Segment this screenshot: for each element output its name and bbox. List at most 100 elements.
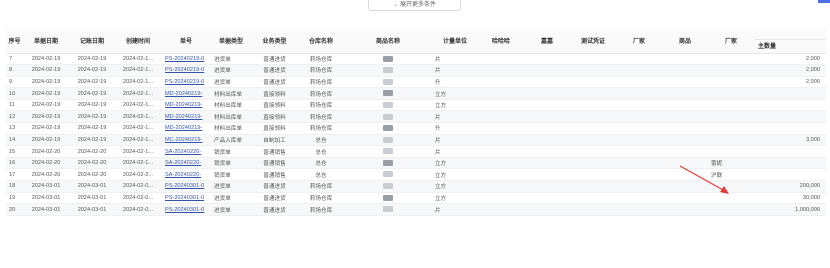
table-row[interactable]: 13 2024-02-19 2024-02-19 2024-02-1... MD-202…	[6, 122, 826, 135]
doc-no-link[interactable]: MD-20240219-	[161, 99, 211, 112]
table-cell	[708, 122, 754, 135]
table-cell: 2024-02-0...	[115, 180, 161, 193]
table-cell: 普通进货	[251, 180, 298, 193]
redacted-block	[383, 148, 393, 155]
table-cell	[570, 64, 616, 77]
table-cell	[754, 110, 826, 124]
doc-no-link[interactable]: SA-20240220-	[161, 168, 211, 182]
table-cell	[662, 53, 708, 66]
table-row[interactable]: 8 2024-02-19 2024-02-19 2024-02-1... PS-2024…	[6, 64, 826, 77]
table-row[interactable]: 16 2024-02-20 2024-02-20 2024-02-1... SA-202…	[6, 157, 826, 170]
table-cell: 蕾妮	[708, 157, 754, 170]
table-row[interactable]: 12 2024-02-19 2024-02-19 2024-02-1... MD-202…	[6, 110, 826, 124]
redacted-block	[383, 125, 393, 132]
doc-no-link[interactable]: SA-20240220-	[161, 157, 211, 170]
table-cell: 2024-02-19	[69, 134, 115, 147]
col-header[interactable]: 厂家	[616, 29, 662, 54]
table-cell: 2024-02-1...	[115, 53, 161, 66]
doc-no-link[interactable]: PS-20240301-0	[161, 192, 211, 205]
table-cell	[524, 192, 570, 205]
table-cell: 莉场仓库	[298, 99, 344, 112]
table-cell: 片	[432, 145, 478, 158]
col-header[interactable]: 仓库名称	[298, 29, 344, 54]
table-cell: 总仓	[298, 145, 344, 158]
table-cell: 立方	[432, 180, 478, 193]
table-cell: 总仓	[298, 168, 344, 182]
table-cell: 莉场仓库	[298, 53, 344, 66]
table-cell	[616, 203, 662, 216]
table-cell	[662, 168, 708, 182]
table-cell: 自制加工	[251, 134, 298, 147]
product-name-cell	[344, 76, 432, 89]
table-cell: 2024-02-19	[69, 99, 115, 112]
table-cell	[662, 192, 708, 205]
col-header[interactable]: 单据日期	[23, 29, 69, 54]
table-cell	[662, 99, 708, 112]
doc-no-link[interactable]: PS-20240301-0	[161, 203, 211, 216]
table-cell: 进货单	[211, 76, 251, 89]
table-row[interactable]: 20 2024-03-01 2024-03-01 2024-02-0... PS-202…	[6, 203, 826, 216]
table-cell: 材料出库单	[211, 110, 251, 124]
col-header-main-qty[interactable]: 主数量	[754, 29, 826, 54]
table-cell: 立方	[432, 99, 478, 112]
col-header[interactable]: 计量单位	[432, 29, 478, 54]
col-header[interactable]: 单据类型	[211, 29, 251, 54]
table-cell: 销货单	[211, 145, 251, 158]
doc-no-link[interactable]: PS-20240301-0	[161, 180, 211, 193]
product-name-cell	[344, 87, 432, 100]
doc-no-link[interactable]: PS-20240219-0	[161, 53, 211, 66]
col-header[interactable]: 厂家	[708, 29, 754, 54]
doc-no-link[interactable]: MD-20240219-	[161, 122, 211, 135]
table-row[interactable]: 11 2024-02-19 2024-02-19 2024-02-1... MD-202…	[6, 99, 826, 112]
table-cell	[708, 145, 754, 158]
table-row[interactable]: 15 2024-02-20 2024-02-20 2024-02-1... SA-202…	[6, 145, 826, 158]
doc-no-link[interactable]: PS-20240219-0	[161, 76, 211, 89]
product-name-cell	[344, 122, 432, 135]
table-cell: 2024-02-20	[69, 168, 115, 182]
table-cell	[662, 122, 708, 135]
doc-no-link[interactable]: MD-20240219-	[161, 87, 211, 100]
table-cell	[708, 87, 754, 100]
col-header[interactable]: 商品	[662, 29, 708, 54]
table-cell	[478, 110, 524, 124]
table-row[interactable]: 9 2024-02-19 2024-02-19 2024-02-1... PS-2024…	[6, 76, 826, 89]
col-header[interactable]: 商品名称	[344, 29, 432, 54]
table-cell: 2024-02-1...	[115, 76, 161, 89]
table-cell: 2024-02-19	[69, 87, 115, 100]
table-cell: 14	[6, 134, 23, 147]
doc-no-link[interactable]: MC-20240219-	[161, 134, 211, 147]
table-cell: 2024-03-01	[23, 180, 69, 193]
col-header[interactable]: 单号	[161, 29, 211, 54]
col-header[interactable]: 序号	[6, 29, 23, 54]
table-cell: 莉场仓库	[298, 64, 344, 77]
table-row[interactable]: 7 2024-02-19 2024-02-19 2024-02-1... PS-2024…	[6, 53, 826, 66]
table-row[interactable]: 17 2024-02-20 2024-02-20 2024-02-2... SA-202…	[6, 168, 826, 182]
table-row[interactable]: 10 2024-02-19 2024-02-19 2024-02-1... MD-202…	[6, 87, 826, 100]
table-cell	[662, 134, 708, 147]
table-cell	[570, 145, 616, 158]
table-cell: 片	[432, 203, 478, 216]
table-cell: 总仓	[298, 157, 344, 170]
col-header[interactable]: 创建时间	[115, 29, 161, 54]
doc-no-link[interactable]: SA-20240220-	[161, 145, 211, 158]
table-row[interactable]: 18 2024-03-01 2024-03-01 2024-02-0... PS-202…	[6, 180, 826, 193]
table-row[interactable]: 14 2024-02-19 2024-02-19 2024-02-1... MC-202…	[6, 134, 826, 147]
col-header[interactable]: 嘉嘉	[524, 29, 570, 54]
table-cell: 立方	[432, 192, 478, 205]
table-cell	[524, 203, 570, 216]
expand-filters-button[interactable]: ⌄ 展开更多条件	[368, 0, 461, 11]
table-cell	[754, 99, 826, 112]
table-cell	[754, 122, 826, 135]
doc-no-link[interactable]: MD-20240219-	[161, 110, 211, 124]
table-cell	[662, 76, 708, 89]
table-cell	[478, 134, 524, 147]
doc-no-link[interactable]: PS-20240219-0	[161, 64, 211, 77]
table-cell	[708, 203, 754, 216]
col-header[interactable]: 记账日期	[69, 29, 115, 54]
table-cell: 2024-02-0...	[115, 203, 161, 216]
col-header[interactable]: 业务类型	[251, 29, 298, 54]
col-header[interactable]: 测试凭证	[570, 29, 616, 54]
table-cell	[570, 87, 616, 100]
col-header[interactable]: 哈哈哈	[478, 29, 524, 54]
table-row[interactable]: 19 2024-03-01 2024-03-01 2024-02-0... PS-202…	[6, 192, 826, 205]
